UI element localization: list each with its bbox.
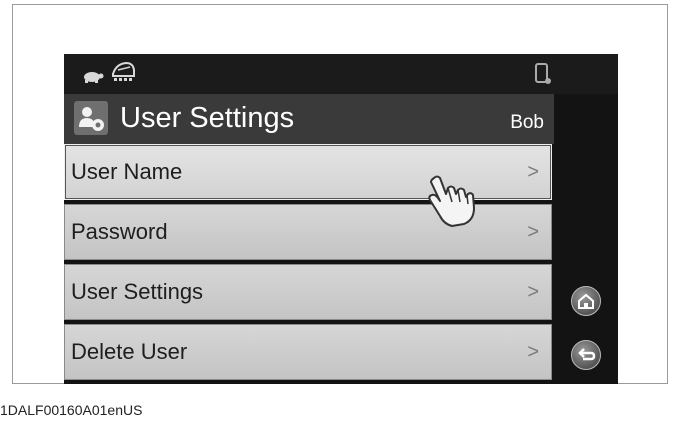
current-user-name: Bob — [510, 112, 544, 133]
chevron-right-icon: > — [527, 161, 539, 183]
menu-item-label: Password — [71, 219, 168, 244]
page: User Settings Bob User Name > Password >… — [0, 0, 677, 421]
page-title: User Settings — [120, 102, 295, 134]
device-screen: User Settings Bob User Name > Password >… — [64, 54, 618, 384]
menu-item-password[interactable]: Password > — [64, 204, 552, 260]
menu-item-label: User Settings — [71, 279, 204, 304]
chevron-right-icon: > — [527, 341, 539, 363]
phone-icon — [535, 63, 551, 84]
machine-icon — [112, 61, 135, 81]
settings-menu: User Name > Password > User Settings > D… — [64, 144, 554, 384]
pointing-hand-icon — [428, 175, 475, 227]
chevron-right-icon: > — [527, 221, 539, 243]
turtle-icon — [84, 72, 104, 83]
screen-header: User Settings Bob — [64, 94, 554, 144]
menu-item-label: Delete User — [71, 339, 188, 364]
menu-item-delete-user[interactable]: Delete User > — [64, 324, 552, 380]
chevron-right-icon: > — [527, 281, 539, 303]
figure-caption: 1DALF00160A01enUS — [0, 402, 143, 418]
status-bar — [64, 54, 618, 94]
user-settings-icon — [74, 101, 108, 135]
home-icon — [578, 293, 594, 309]
back-button[interactable] — [571, 340, 601, 370]
menu-item-user-name[interactable]: User Name > — [64, 144, 552, 200]
back-icon — [578, 348, 596, 361]
menu-item-label: User Name — [71, 159, 183, 184]
menu-item-user-settings[interactable]: User Settings > — [64, 264, 552, 320]
home-button[interactable] — [571, 286, 601, 316]
